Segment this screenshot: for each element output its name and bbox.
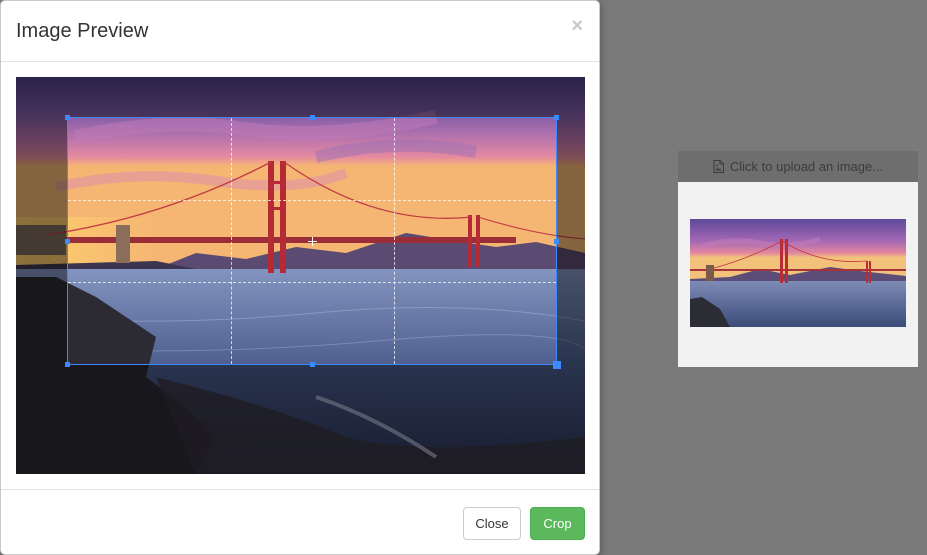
crop-selection-box[interactable] xyxy=(65,115,561,369)
crop-handle-se[interactable] xyxy=(553,361,561,369)
upload-image-button[interactable]: Click to upload an image... xyxy=(678,151,918,182)
image-crop-preview[interactable] xyxy=(16,77,585,474)
crop-handle-w[interactable] xyxy=(65,239,70,244)
crop-handle-ne[interactable] xyxy=(554,115,559,120)
crop-handle-n[interactable] xyxy=(310,115,315,120)
upload-button-label: Click to upload an image... xyxy=(729,159,884,174)
modal-footer: Close Crop xyxy=(1,489,599,555)
upload-panel: Click to upload an image... xyxy=(678,151,918,367)
crop-guide-line xyxy=(68,282,556,283)
modal-title: Image Preview xyxy=(16,20,149,42)
close-button[interactable]: Close xyxy=(463,507,521,540)
cropped-thumbnail-area xyxy=(678,182,918,367)
modal-header: Image Preview × xyxy=(1,1,599,62)
file-image-icon xyxy=(713,160,724,173)
crop-handle-sw[interactable] xyxy=(65,362,70,367)
crop-guide-line xyxy=(231,118,232,364)
crop-guide-line xyxy=(68,200,556,201)
crop-handle-e[interactable] xyxy=(554,239,559,244)
crop-center-crosshair-icon xyxy=(308,237,317,246)
crop-guide-line xyxy=(394,118,395,364)
crop-button[interactable]: Crop xyxy=(530,507,585,540)
crop-handle-s[interactable] xyxy=(310,362,315,367)
image-preview-modal: Image Preview × Close Crop xyxy=(0,0,600,555)
cropped-thumbnail-image xyxy=(690,219,906,327)
crop-handle-nw[interactable] xyxy=(65,115,70,120)
close-icon[interactable]: × xyxy=(571,15,583,38)
